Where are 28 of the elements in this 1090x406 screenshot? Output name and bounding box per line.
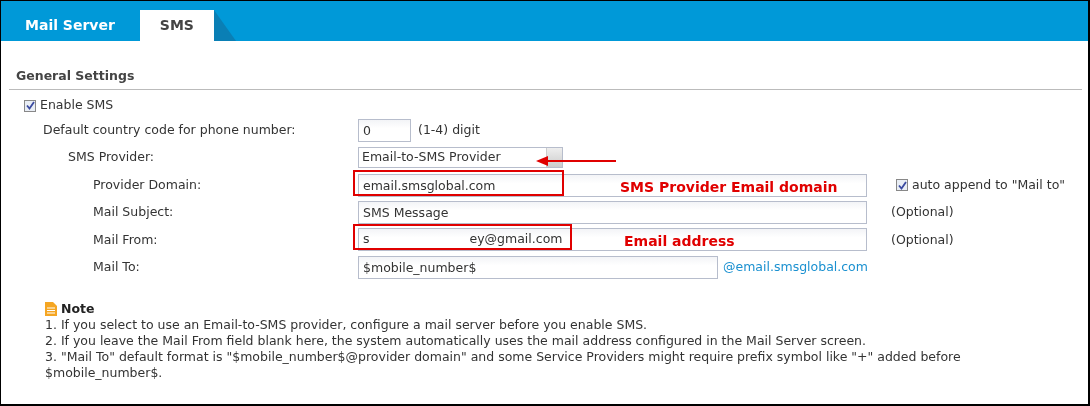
note-text: 1. If you select to use an Email-to-SMS provider, configure a mail server before you enable SMS.	[45, 317, 649, 334]
field-label: SMS Provider:	[68, 148, 155, 167]
checkbox[interactable]	[24, 99, 36, 112]
tab-corner-icon	[213, 10, 236, 41]
input-field[interactable]: 0	[358, 118, 411, 142]
field-label: Mail Subject:	[93, 203, 174, 222]
note-icon	[45, 302, 57, 317]
note-text: 3. "Mail To" default format is "$mobile_number$@provider domain" and some Service Providers might require prefix symbol like "+" added before $mobile_number$.	[45, 349, 962, 382]
section-title: General Settings	[9, 67, 1082, 90]
hint-text: (1-4) digit	[418, 121, 480, 140]
hint-text: (Optional)	[891, 203, 954, 222]
hint-text: (Optional)	[891, 230, 954, 249]
field-label: Default country code for phone number:	[43, 121, 296, 140]
checkbox-label: auto append to "Mail to"	[912, 175, 1066, 194]
annotation-text: SMS Provider Email domain	[620, 177, 838, 197]
tab[interactable]: SMS	[139, 10, 214, 41]
annotation-text: Email address	[624, 232, 735, 252]
domain-suffix: @email.smsglobal.com	[723, 258, 868, 276]
checkbox[interactable]	[896, 179, 908, 192]
checkbox-label: Enable SMS	[40, 96, 114, 115]
field-label: Mail From:	[93, 230, 158, 249]
dropdown[interactable]: Email-to-SMS Provider	[358, 147, 563, 169]
field-label: Mail To:	[93, 258, 140, 276]
note-title: Note	[61, 301, 95, 318]
input-field[interactable]: $mobile_number$	[358, 255, 718, 279]
input-field[interactable]: SMS Message	[358, 200, 867, 224]
note-text: 2. If you leave the Mail From field blank here, the system automatically uses the mail address configured in the Mail Server screen.	[45, 333, 867, 350]
field-label: Provider Domain:	[93, 175, 202, 194]
